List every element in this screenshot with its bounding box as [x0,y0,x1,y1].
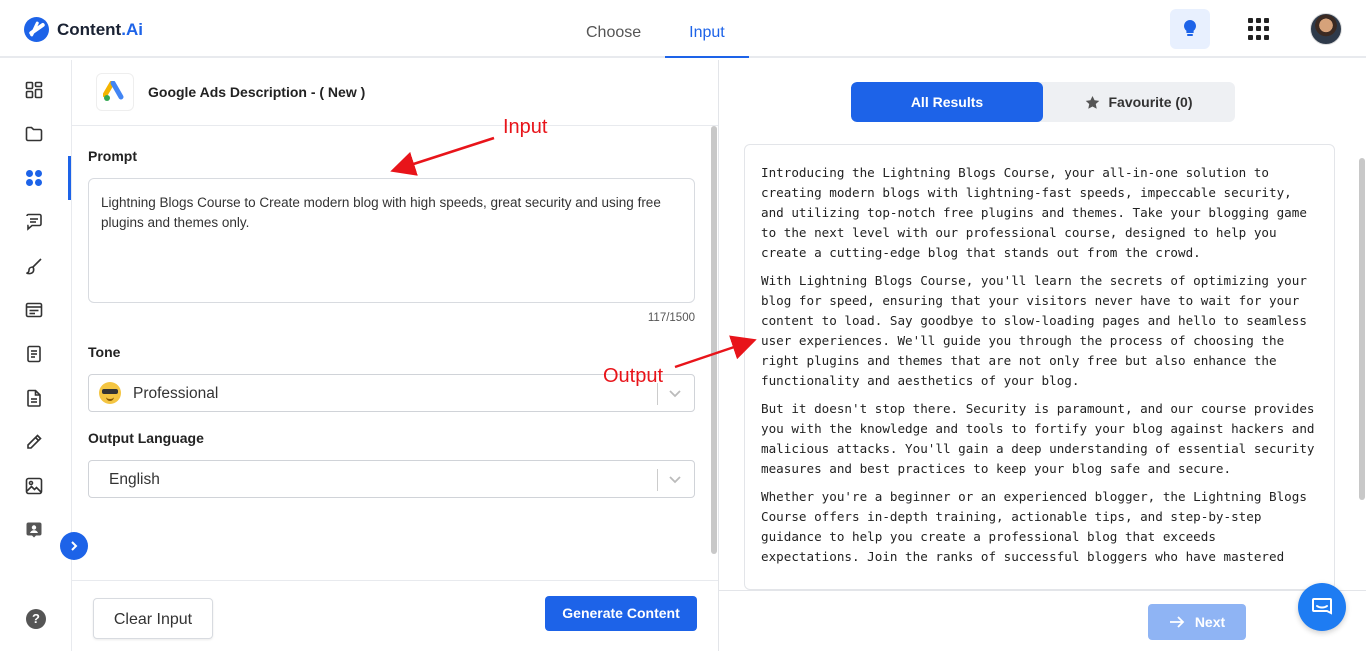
logo-name: Content [57,19,122,39]
sidebar-item-image[interactable] [22,474,46,498]
language-value: English [109,471,160,488]
pencil-icon [27,434,42,449]
output-paragraph: But it doesn't stop there. Security is p… [761,401,1315,476]
template-header: Google Ads Description - ( New ) [72,60,718,126]
sidebar-item-dashboard[interactable] [22,78,46,102]
clear-input-button[interactable]: Clear Input [93,598,213,639]
chevron-down-icon [669,390,681,398]
folder-icon [25,126,43,142]
tab-choose[interactable]: Choose [562,0,665,58]
char-count: 117/1500 [647,312,695,324]
tab-favourite[interactable]: Favourite (0) [1043,82,1235,122]
document-icon [27,389,41,407]
tab-input[interactable]: Input [665,0,749,58]
user-badge-icon [26,522,42,538]
tab-all-results[interactable]: All Results [851,82,1043,122]
sidebar-item-user-badge[interactable] [22,518,46,542]
input-scrollbar[interactable] [711,126,717,554]
top-tabs: Choose Input [562,0,749,58]
star-icon [1086,95,1100,109]
prompt-textarea[interactable]: Lightning Blogs Course to Create modern … [88,178,695,303]
sidebar-item-pencil[interactable] [22,430,46,454]
output-scrollbar[interactable] [1359,158,1365,500]
output-paragraph: With Lightning Blogs Course, you'll lear… [761,273,1307,388]
chat-bubble-icon [1312,598,1332,615]
select-separator [657,469,658,491]
input-footer: Clear Input Generate Content [72,580,718,651]
input-panel: Google Ads Description - ( New ) Prompt … [72,60,718,651]
user-avatar[interactable] [1310,13,1342,45]
expand-sidebar-button[interactable] [60,532,88,560]
apps-menu-icon[interactable] [1248,18,1270,40]
logo-suffix: .Ai [121,19,143,39]
card-icon [25,302,43,318]
output-paragraph: Whether you're a beginner or an experien… [761,489,1307,564]
support-chat-button[interactable] [1298,583,1346,631]
language-select[interactable]: English [88,460,695,498]
output-text-box[interactable]: Introducing the Lightning Blogs Course, … [744,144,1335,590]
prompt-label: Prompt [88,148,137,164]
next-button-label: Next [1194,614,1226,630]
tone-value: Professional [133,385,219,402]
sunglasses-emoji-icon [99,382,121,404]
results-footer: Next [719,590,1366,651]
apps-grid-icon [26,170,42,186]
input-annotation: Input [503,116,548,138]
sidebar-item-document[interactable] [22,386,46,410]
chevron-right-icon [71,541,78,551]
sidebar-item-chat[interactable] [22,210,46,234]
logo-mark-icon [24,17,49,42]
dashboard-icon [25,81,43,99]
sidebar: ? [0,60,72,651]
arrow-right-icon [1169,616,1185,628]
top-header: Content.Ai Choose Input [0,0,1366,58]
language-label: Output Language [88,430,204,446]
output-paragraph: Introducing the Lightning Blogs Course, … [761,165,1307,260]
generate-content-button[interactable]: Generate Content [545,596,697,631]
sidebar-active-indicator [68,156,71,200]
sidebar-item-card[interactable] [22,298,46,322]
lightbulb-icon [1184,20,1196,36]
help-icon[interactable]: ? [26,609,46,629]
brush-icon [26,258,42,275]
tab-all-results-label: All Results [910,94,984,110]
google-ads-logo [96,73,134,111]
google-ads-icon [103,81,124,101]
sidebar-item-apps[interactable] [22,166,46,190]
app-logo[interactable]: Content.Ai [24,17,143,42]
chat-icon [26,213,42,231]
sidebar-item-document-list[interactable] [22,342,46,366]
lightbulb-button[interactable] [1170,9,1210,49]
next-button[interactable]: Next [1148,604,1246,640]
template-title: Google Ads Description - ( New ) [148,84,366,100]
image-icon [25,477,43,495]
sidebar-item-brush[interactable] [22,254,46,278]
results-panel: All Results Favourite (0) Introducing th… [719,60,1366,651]
chevron-down-icon [669,476,681,484]
result-tabs: All Results Favourite (0) [851,82,1235,122]
document-list-icon [27,345,41,363]
tab-favourite-label: Favourite (0) [1108,94,1193,110]
sidebar-item-folder[interactable] [22,122,46,146]
tone-label: Tone [88,344,121,360]
output-annotation: Output [603,365,664,387]
